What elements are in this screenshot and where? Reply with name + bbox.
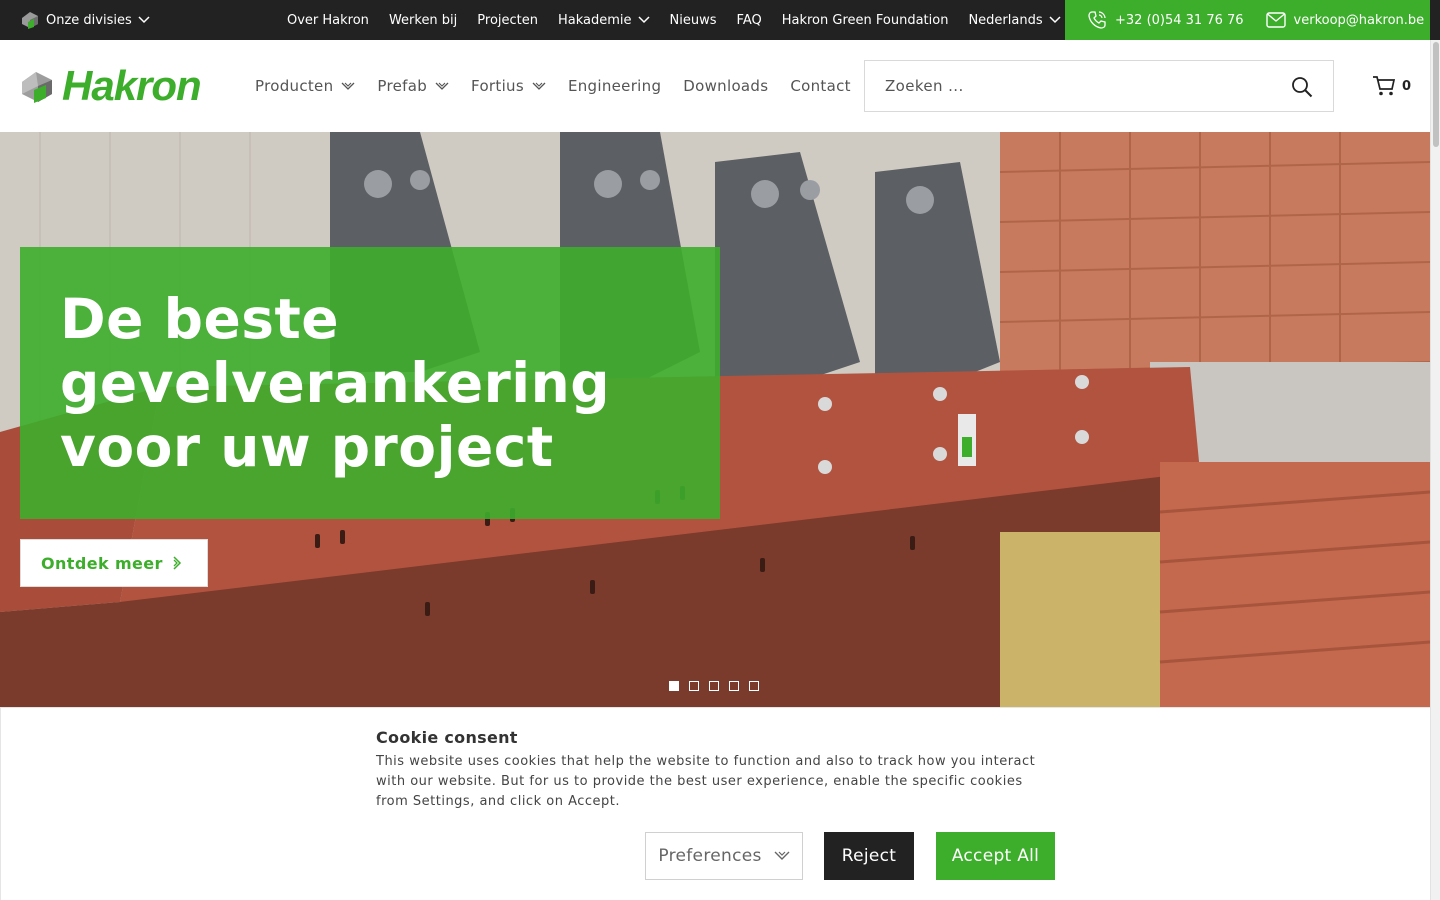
phone-icon <box>1088 11 1106 29</box>
search-box <box>864 60 1334 112</box>
top-link-nieuws[interactable]: Nieuws <box>670 13 717 28</box>
cart-count: 0 <box>1402 78 1412 94</box>
top-link-werken-bij[interactable]: Werken bij <box>389 13 457 28</box>
nav-downloads[interactable]: Downloads <box>683 77 768 95</box>
slide-dot-5[interactable] <box>749 681 759 691</box>
top-link-over-hakron[interactable]: Over Hakron <box>287 13 369 28</box>
chevron-down-icon <box>638 16 650 24</box>
email-link[interactable]: verkoop@hakron.be <box>1265 12 1425 28</box>
top-link-hakademie[interactable]: Hakademie <box>558 13 650 28</box>
slider-pagination <box>669 681 759 691</box>
main-header: Hakron Producten Prefab Fortius Engineer… <box>0 40 1430 132</box>
cookie-consent-banner: Cookie consent This website uses cookies… <box>0 707 1430 900</box>
nav-fortius-label: Fortius <box>471 77 524 95</box>
chevron-down-icon <box>138 16 150 24</box>
top-links: Over Hakron Werken bij Projecten Hakadem… <box>287 0 1081 40</box>
nav-engineering[interactable]: Engineering <box>568 77 661 95</box>
divisions-dropdown[interactable]: Onze divisies <box>20 0 150 40</box>
cookie-description: This website uses cookies that help the … <box>376 754 1036 809</box>
slide-dot-4[interactable] <box>729 681 739 691</box>
contact-strip: +32 (0)54 31 76 76 verkoop@hakron.be <box>1065 0 1430 40</box>
email-address: verkoop@hakron.be <box>1293 12 1425 28</box>
reject-button[interactable]: Reject <box>824 832 914 880</box>
discover-more-label: Ontdek meer <box>41 553 163 573</box>
hero-headline: De beste gevelverankering voor uw projec… <box>60 287 611 479</box>
top-bar: Onze divisies Over Hakron Werken bij Pro… <box>0 0 1440 40</box>
main-nav: Producten Prefab Fortius Engineering Dow… <box>255 40 873 132</box>
search-input[interactable] <box>865 61 1285 111</box>
top-link-projecten[interactable]: Projecten <box>477 13 538 28</box>
preferences-button[interactable]: Preferences <box>645 832 803 880</box>
top-link-faq[interactable]: FAQ <box>737 13 762 28</box>
chevron-down-icon <box>774 851 790 860</box>
nav-prefab-label: Prefab <box>377 77 428 95</box>
language-selector[interactable]: Nederlands <box>968 12 1061 28</box>
nav-fortius[interactable]: Fortius <box>471 77 546 95</box>
brand-wordmark: Hakron <box>62 62 202 109</box>
chevron-down-icon <box>1049 16 1061 24</box>
discover-more-button[interactable]: Ontdek meer <box>20 539 208 587</box>
nav-producten[interactable]: Producten <box>255 77 355 95</box>
double-chevron-right-icon <box>173 556 181 570</box>
language-label: Nederlands <box>968 12 1043 28</box>
cookie-title: Cookie consent <box>376 728 518 747</box>
chevron-down-icon <box>341 82 355 90</box>
hero-slider: De beste gevelverankering voor uw projec… <box>0 132 1430 707</box>
mail-icon <box>1265 12 1286 28</box>
hakron-logo-icon <box>22 72 52 103</box>
search-icon[interactable] <box>1291 76 1313 98</box>
hero-headline-box: De beste gevelverankering voor uw projec… <box>20 247 720 519</box>
preferences-label: Preferences <box>658 846 762 866</box>
slide-dot-1[interactable] <box>669 681 679 691</box>
hakron-mini-logo-icon <box>22 12 38 29</box>
slide-dot-3[interactable] <box>709 681 719 691</box>
nav-producten-label: Producten <box>255 77 334 95</box>
chevron-down-icon <box>532 82 546 90</box>
brand-logo[interactable]: Hakron <box>20 62 202 109</box>
accept-all-button[interactable]: Accept All <box>936 832 1055 880</box>
chevron-down-icon <box>435 82 449 90</box>
top-link-hakademie-label: Hakademie <box>558 12 632 28</box>
slide-dot-2[interactable] <box>689 681 699 691</box>
phone-number: +32 (0)54 31 76 76 <box>1115 12 1244 28</box>
scrollbar-thumb[interactable] <box>1433 42 1439 147</box>
top-link-green-foundation[interactable]: Hakron Green Foundation <box>782 13 949 28</box>
phone-link[interactable]: +32 (0)54 31 76 76 <box>1087 10 1244 30</box>
nav-prefab[interactable]: Prefab <box>377 77 449 95</box>
nav-contact[interactable]: Contact <box>790 77 850 95</box>
page-scrollbar[interactable] <box>1430 40 1440 900</box>
cart-button[interactable]: 0 <box>1372 75 1411 97</box>
divisions-label: Onze divisies <box>46 12 132 28</box>
cart-icon <box>1373 76 1396 96</box>
